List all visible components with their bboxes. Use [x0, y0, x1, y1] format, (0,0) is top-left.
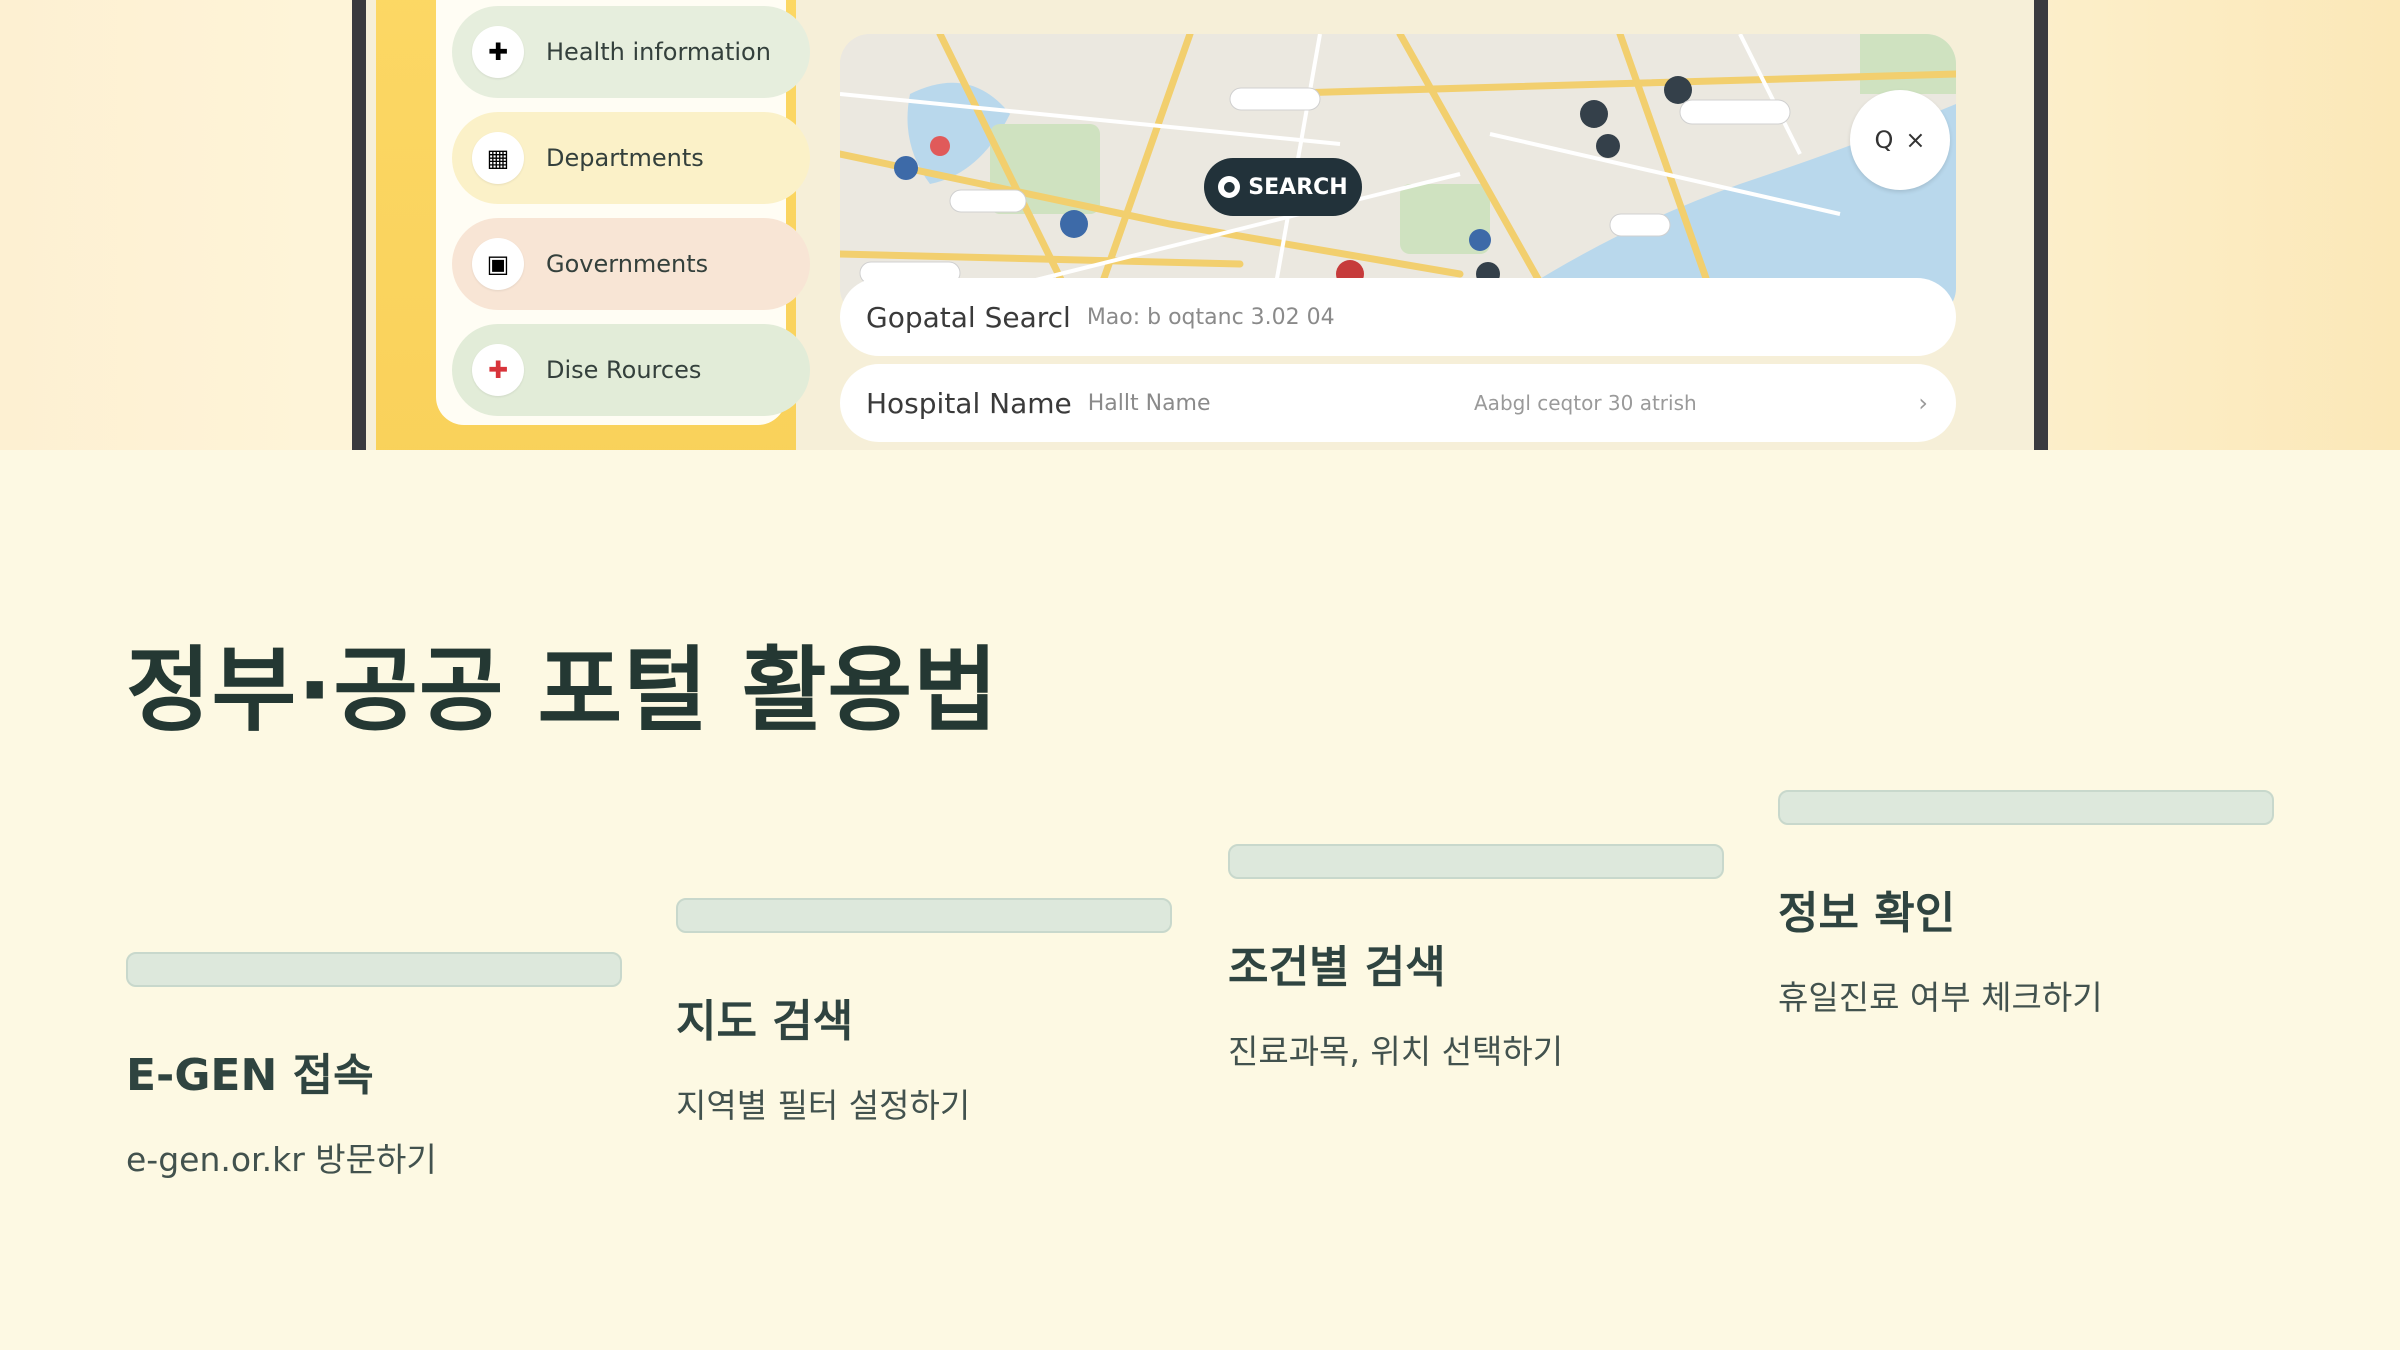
- page-title: 정부·공공 포털 활용법: [126, 637, 999, 744]
- step-bar: [1778, 790, 2274, 825]
- side-item-governments[interactable]: ▣ Governments: [452, 218, 810, 310]
- side-item-health[interactable]: ✚ Health information: [452, 6, 810, 98]
- step-4: 정보 확인 휴일진료 여부 체크하기: [1778, 790, 2274, 1019]
- step-bar: [126, 952, 622, 987]
- search-row-sub: Mao: b oqtanc 3.02 04: [1086, 304, 1335, 330]
- map-graphic: [840, 34, 1956, 318]
- step-title: 정보 확인: [1778, 888, 1956, 939]
- side-item-departments[interactable]: ▦ Departments: [452, 112, 810, 204]
- map-tools[interactable]: Q ×: [1850, 90, 1950, 190]
- step-bar: [1228, 844, 1724, 879]
- map-search-label: SEARCH: [1248, 174, 1348, 200]
- side-item-label: Departments: [546, 144, 704, 172]
- step-2: 지도 검색 지역별 필터 설정하기: [676, 898, 1172, 1127]
- map-view[interactable]: ● SEARCH Q ×: [840, 34, 1956, 318]
- step-1: E-GEN 접속 e-gen.or.kr 방문하기: [126, 952, 622, 1181]
- step-desc: 진료과목, 위치 선택하기: [1228, 1032, 1564, 1071]
- government-icon: ▣: [472, 238, 524, 290]
- side-panel: ✚ Health information ▦ Departments ▣ Gov…: [376, 0, 810, 450]
- map-search-button[interactable]: ● SEARCH: [1204, 158, 1362, 216]
- hospital-row-meta: Aabgl ceqtor 30 atrish: [1474, 391, 1697, 415]
- search-dot-icon: ●: [1218, 176, 1241, 198]
- search-row-title: Gopatal Searcl: [866, 300, 1071, 334]
- search-icon[interactable]: Q: [1875, 126, 1894, 154]
- side-item-label: Governments: [546, 250, 709, 278]
- tablet-screen: ✚ Health information ▦ Departments ▣ Gov…: [366, 0, 2034, 450]
- step-desc: 휴일진료 여부 체크하기: [1778, 978, 2103, 1017]
- step-title: 조건별 검색: [1228, 942, 1446, 993]
- hospital-row-title: Hospital Name: [866, 386, 1072, 420]
- hospital-row[interactable]: Hospital Name Hallt Name Aabgl ceqtor 30…: [840, 364, 1956, 442]
- side-menu: ✚ Health information ▦ Departments ▣ Gov…: [436, 0, 810, 425]
- hospital-row-sub: Hallt Name: [1087, 390, 1211, 416]
- chevron-right-icon[interactable]: ›: [1918, 389, 1928, 417]
- health-icon: ✚: [472, 26, 524, 78]
- side-item-resources[interactable]: ✚ Dise Rources: [452, 324, 810, 416]
- search-result-row[interactable]: Gopatal Searcl Mao: b oqtanc 3.02 04: [840, 278, 1956, 356]
- step-title: E-GEN 접속: [126, 1050, 374, 1101]
- step-title: 지도 검색: [676, 996, 854, 1047]
- step-bar: [676, 898, 1172, 933]
- tablet-frame: ✚ Health information ▦ Departments ▣ Gov…: [352, 0, 2048, 450]
- step-3: 조건별 검색 진료과목, 위치 선택하기: [1228, 844, 1724, 1073]
- building-icon: ▦: [472, 132, 524, 184]
- step-desc: 지역별 필터 설정하기: [676, 1086, 971, 1125]
- step-desc: e-gen.or.kr 방문하기: [126, 1140, 437, 1179]
- side-item-label: Health information: [546, 38, 771, 66]
- first-aid-icon: ✚: [472, 344, 524, 396]
- side-item-label: Dise Rources: [546, 356, 702, 384]
- close-icon[interactable]: ×: [1905, 126, 1925, 154]
- hero-image: ✚ Health information ▦ Departments ▣ Gov…: [0, 0, 2400, 450]
